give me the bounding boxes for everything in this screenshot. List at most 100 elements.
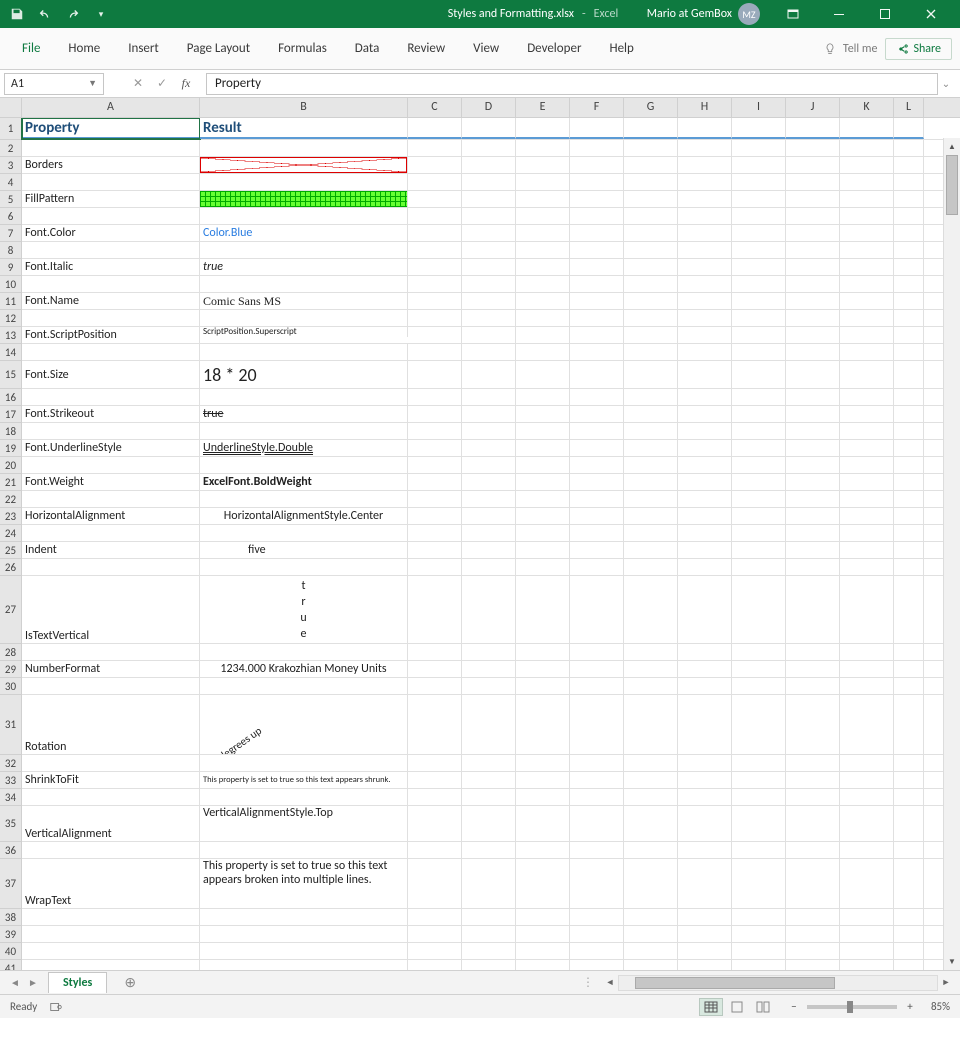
scroll-right-icon[interactable]: ► bbox=[938, 977, 954, 988]
save-icon[interactable] bbox=[6, 3, 28, 25]
row-header-26[interactable]: 26 bbox=[0, 559, 21, 576]
cell-B19[interactable]: UnderlineStyle.Double bbox=[200, 440, 408, 456]
col-header-f[interactable]: F bbox=[570, 98, 624, 117]
row-header-29[interactable]: 29 bbox=[0, 661, 21, 678]
row-header-31[interactable]: 31 bbox=[0, 695, 21, 755]
cell-A29[interactable]: NumberFormat bbox=[22, 661, 200, 677]
col-header-b[interactable]: B bbox=[200, 98, 408, 117]
row-header-8[interactable]: 8 bbox=[0, 242, 21, 259]
tab-insert[interactable]: Insert bbox=[114, 35, 173, 62]
col-header-j[interactable]: J bbox=[786, 98, 840, 117]
cell-B23[interactable]: HorizontalAlignmentStyle.Center bbox=[200, 508, 408, 524]
row-header-22[interactable]: 22 bbox=[0, 491, 21, 508]
cells-area[interactable]: PropertyResultBordersFillPatternFont.Col… bbox=[22, 118, 960, 970]
macro-record-icon[interactable] bbox=[49, 1000, 63, 1014]
maximize-icon[interactable] bbox=[862, 0, 908, 28]
row-header-30[interactable]: 30 bbox=[0, 678, 21, 695]
cell-B5[interactable] bbox=[200, 191, 408, 207]
tab-help[interactable]: Help bbox=[595, 35, 647, 62]
select-all-corner[interactable] bbox=[0, 98, 22, 117]
scroll-thumb[interactable] bbox=[946, 155, 958, 215]
cell-B1[interactable]: Result bbox=[200, 118, 408, 139]
cell-B17[interactable]: true bbox=[200, 406, 408, 422]
zoom-level[interactable]: 85% bbox=[931, 1000, 950, 1013]
horizontal-scrollbar[interactable]: ⋮ ◄ ► bbox=[582, 975, 954, 991]
cell-A5[interactable]: FillPattern bbox=[22, 191, 200, 207]
row-header-14[interactable]: 14 bbox=[0, 344, 21, 361]
hscroll-thumb[interactable] bbox=[635, 977, 835, 989]
row-header-38[interactable]: 38 bbox=[0, 909, 21, 926]
cell-B9[interactable]: true bbox=[200, 259, 408, 275]
row-header-17[interactable]: 17 bbox=[0, 406, 21, 423]
col-header-i[interactable]: I bbox=[732, 98, 786, 117]
enter-formula-icon[interactable]: ✓ bbox=[152, 74, 172, 94]
ribbon-display-options-icon[interactable] bbox=[770, 0, 816, 28]
row-header-18[interactable]: 18 bbox=[0, 423, 21, 440]
row-header-39[interactable]: 39 bbox=[0, 926, 21, 943]
qat-customize-icon[interactable]: ▾ bbox=[90, 3, 112, 25]
cell-B27[interactable]: true bbox=[200, 576, 408, 643]
row-header-16[interactable]: 16 bbox=[0, 389, 21, 406]
sheet-nav-prev-icon[interactable]: ◄ bbox=[6, 976, 24, 989]
cell-A15[interactable]: Font.Size bbox=[22, 361, 200, 388]
expand-formula-bar-icon[interactable]: ⌄ bbox=[938, 77, 954, 90]
tab-data[interactable]: Data bbox=[341, 35, 394, 62]
tell-me[interactable]: Tell me bbox=[823, 42, 878, 56]
row-header-21[interactable]: 21 bbox=[0, 474, 21, 491]
col-header-e[interactable]: E bbox=[516, 98, 570, 117]
row-header-10[interactable]: 10 bbox=[0, 276, 21, 293]
tab-home[interactable]: Home bbox=[54, 35, 114, 62]
row-header-20[interactable]: 20 bbox=[0, 457, 21, 474]
user-account[interactable]: Mario at GemBox MZ bbox=[647, 3, 760, 25]
cell-A27[interactable]: IsTextVertical bbox=[22, 576, 200, 643]
row-header-40[interactable]: 40 bbox=[0, 943, 21, 960]
tab-view[interactable]: View bbox=[459, 35, 513, 62]
row-header-24[interactable]: 24 bbox=[0, 525, 21, 542]
scroll-left-icon[interactable]: ◄ bbox=[602, 977, 618, 988]
cell-B11[interactable]: Comic Sans MS bbox=[200, 293, 408, 309]
row-header-23[interactable]: 23 bbox=[0, 508, 21, 525]
row-header-25[interactable]: 25 bbox=[0, 542, 21, 559]
share-button[interactable]: Share bbox=[885, 38, 952, 60]
cell-A13[interactable]: Font.ScriptPosition bbox=[22, 327, 200, 343]
cell-A3[interactable]: Borders bbox=[22, 157, 200, 173]
col-header-g[interactable]: G bbox=[624, 98, 678, 117]
view-page-layout-icon[interactable] bbox=[725, 998, 749, 1016]
row-header-34[interactable]: 34 bbox=[0, 789, 21, 806]
tab-review[interactable]: Review bbox=[393, 35, 459, 62]
cell-A19[interactable]: Font.UnderlineStyle bbox=[22, 440, 200, 456]
tab-file[interactable]: File bbox=[8, 35, 54, 62]
chevron-down-icon[interactable]: ▼ bbox=[88, 78, 97, 89]
cell-B25[interactable]: five bbox=[200, 542, 408, 558]
scroll-down-icon[interactable]: ▼ bbox=[944, 953, 960, 970]
row-header-33[interactable]: 33 bbox=[0, 772, 21, 789]
col-header-h[interactable]: H bbox=[678, 98, 732, 117]
cell-A11[interactable]: Font.Name bbox=[22, 293, 200, 309]
name-box[interactable]: A1 ▼ bbox=[4, 73, 104, 95]
zoom-out-icon[interactable]: − bbox=[787, 1000, 801, 1013]
row-header-9[interactable]: 9 bbox=[0, 259, 21, 276]
tab-developer[interactable]: Developer bbox=[513, 35, 595, 62]
cell-A25[interactable]: Indent bbox=[22, 542, 200, 558]
new-sheet-icon[interactable]: ⊕ bbox=[119, 974, 141, 992]
cell-A35[interactable]: VerticalAlignment bbox=[22, 806, 200, 841]
vertical-scrollbar[interactable]: ▲ ▼ bbox=[943, 138, 960, 970]
col-header-k[interactable]: K bbox=[840, 98, 894, 117]
cell-B15[interactable]: 18 * 20 bbox=[200, 361, 408, 388]
scroll-up-icon[interactable]: ▲ bbox=[944, 138, 960, 155]
col-header-d[interactable]: D bbox=[462, 98, 516, 117]
row-header-15[interactable]: 15 bbox=[0, 361, 21, 389]
row-header-4[interactable]: 4 bbox=[0, 174, 21, 191]
cell-B35[interactable]: VerticalAlignmentStyle.Top bbox=[200, 806, 408, 841]
col-header-l[interactable]: L bbox=[894, 98, 924, 117]
cell-A31[interactable]: Rotation bbox=[22, 695, 200, 754]
row-header-12[interactable]: 12 bbox=[0, 310, 21, 327]
view-normal-icon[interactable] bbox=[699, 998, 723, 1016]
row-header-6[interactable]: 6 bbox=[0, 208, 21, 225]
col-header-a[interactable]: A bbox=[22, 98, 200, 117]
zoom-slider[interactable] bbox=[807, 1005, 897, 1009]
cell-B3[interactable] bbox=[200, 157, 408, 173]
cell-B37[interactable]: This property is set to true so this tex… bbox=[200, 859, 408, 908]
cell-A7[interactable]: Font.Color bbox=[22, 225, 200, 241]
cell-A21[interactable]: Font.Weight bbox=[22, 474, 200, 490]
